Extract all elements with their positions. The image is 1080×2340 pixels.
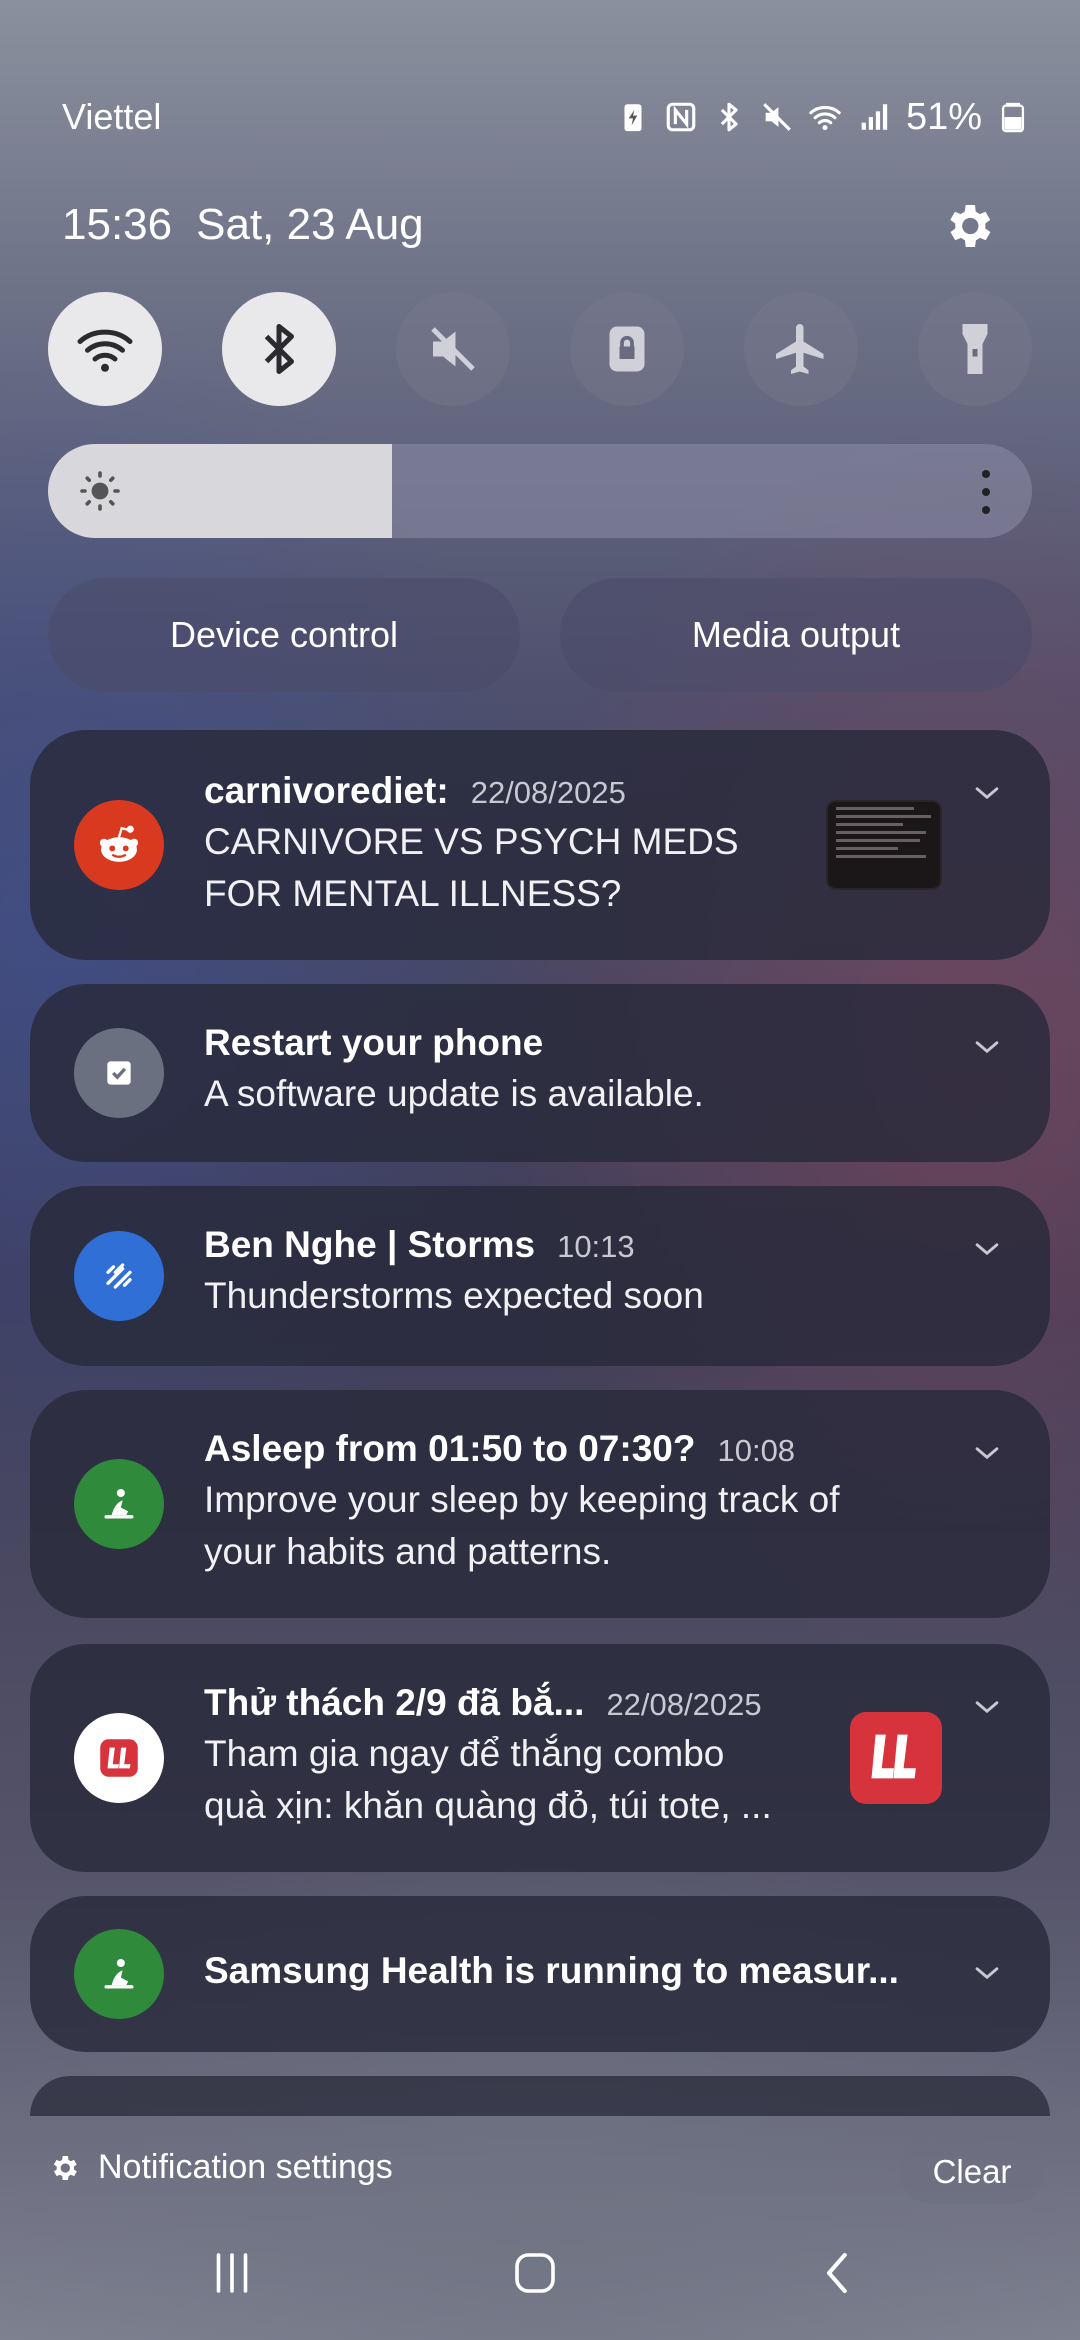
notification-text: Thunderstorms expected soon xyxy=(204,1275,704,1316)
notification-time: 10:08 xyxy=(717,1433,796,1468)
battery-percent: 51% xyxy=(905,95,982,138)
chevron-down-icon[interactable] xyxy=(970,1232,1004,1266)
chevron-down-icon[interactable] xyxy=(970,1690,1004,1724)
wifi-toggle[interactable] xyxy=(48,292,162,406)
sun-icon xyxy=(76,467,124,515)
bluetooth-icon xyxy=(712,100,746,134)
notification-body: Restart your phone A software update is … xyxy=(204,1022,910,1120)
ll-logo-thumbnail xyxy=(850,1712,942,1804)
airplane-toggle[interactable] xyxy=(744,292,858,406)
notification-title: Samsung Health is running to measur... xyxy=(204,1950,899,1991)
chevron-down-icon[interactable] xyxy=(970,776,1004,810)
notification-weather[interactable]: Ben Nghe | Storms 10:13 Thunderstorms ex… xyxy=(30,1186,1050,1366)
notification-title: Asleep from 01:50 to 07:30? xyxy=(204,1428,696,1469)
date-time[interactable]: 15:36 Sat, 23 Aug xyxy=(62,200,424,250)
mute-icon xyxy=(431,327,475,371)
notification-time: 22/08/2025 xyxy=(470,775,626,810)
navigation-bar xyxy=(0,2238,1080,2308)
quick-settings-row xyxy=(48,292,1032,406)
notification-settings-link[interactable]: Notification settings xyxy=(48,2148,393,2187)
notification-peek xyxy=(30,2076,1050,2116)
reddit-icon xyxy=(74,800,164,890)
brightness-slider[interactable] xyxy=(48,444,1032,538)
gear-icon xyxy=(53,2155,77,2180)
clock[interactable]: 15:36 xyxy=(62,200,172,250)
clear-button[interactable]: Clear xyxy=(900,2140,1044,2204)
date[interactable]: Sat, 23 Aug xyxy=(196,200,424,250)
notification-text-line-2: quà xịn: khăn quàng đỏ, túi tote, ... xyxy=(204,1785,772,1826)
wifi-icon xyxy=(77,329,133,372)
signal-icon xyxy=(856,100,890,134)
notification-text-line-1: Improve your sleep by keeping track of xyxy=(204,1479,840,1520)
notification-text-line-1: Tham gia ngay để thắng combo xyxy=(204,1733,725,1774)
health-icon xyxy=(74,1929,164,2019)
status-icons: 51% xyxy=(616,96,1030,139)
chevron-down-icon[interactable] xyxy=(970,1030,1004,1064)
ll-logo-icon xyxy=(74,1713,164,1803)
notification-body: Ben Nghe | Storms 10:13 Thunderstorms ex… xyxy=(204,1224,910,1322)
home-icon[interactable] xyxy=(500,2238,570,2308)
notification-health-running[interactable]: Samsung Health is running to measur... xyxy=(30,1896,1050,2052)
bluetooth-toggle[interactable] xyxy=(222,292,336,406)
notification-settings-label: Notification settings xyxy=(98,2148,393,2186)
nfc-icon xyxy=(664,100,698,134)
airplane-icon xyxy=(776,324,824,374)
notification-body: Thử thách 2/9 đã bắ... 22/08/2025 Tham g… xyxy=(204,1682,810,1832)
device-control-button[interactable]: Device control xyxy=(48,578,520,692)
sound-toggle[interactable] xyxy=(396,292,510,406)
settings-gear-icon[interactable] xyxy=(940,198,996,254)
flashlight-toggle[interactable] xyxy=(918,292,1032,406)
more-options-icon[interactable] xyxy=(980,470,992,514)
notification-title: carnivorediet: xyxy=(204,770,449,811)
chevron-down-icon[interactable] xyxy=(970,1956,1004,1990)
notification-body: Samsung Health is running to measur... xyxy=(204,1950,910,1992)
chevron-down-icon[interactable] xyxy=(970,1436,1004,1470)
notification-title: Ben Nghe | Storms xyxy=(204,1224,536,1265)
notification-text: A software update is available. xyxy=(204,1073,704,1114)
flashlight-icon xyxy=(962,324,988,374)
health-icon xyxy=(74,1459,164,1549)
update-icon xyxy=(74,1028,164,1118)
battery-icon xyxy=(996,100,1030,134)
notification-software-update[interactable]: Restart your phone A software update is … xyxy=(30,984,1050,1162)
rain-icon xyxy=(74,1231,164,1321)
back-icon[interactable] xyxy=(803,2238,873,2308)
bluetooth-icon xyxy=(264,324,294,374)
notification-sleep[interactable]: Asleep from 01:50 to 07:30? 10:08 Improv… xyxy=(30,1390,1050,1618)
notification-text-line-2: FOR MENTAL ILLNESS? xyxy=(204,873,622,914)
control-buttons: Device control Media output xyxy=(48,578,1032,692)
notification-title: Thử thách 2/9 đã bắ... xyxy=(204,1682,585,1723)
carrier-label: Viettel xyxy=(62,96,162,137)
notification-reddit[interactable]: carnivorediet: 22/08/2025 CARNIVORE VS P… xyxy=(30,730,1050,960)
lock-icon xyxy=(609,326,645,372)
notification-body: carnivorediet: 22/08/2025 CARNIVORE VS P… xyxy=(204,770,810,920)
mute-icon xyxy=(760,100,794,134)
notification-text-line-1: CARNIVORE VS PSYCH MEDS xyxy=(204,821,739,862)
notification-time: 22/08/2025 xyxy=(606,1687,762,1722)
status-bar: Viettel 51% xyxy=(62,92,1030,142)
notification-title: Restart your phone xyxy=(204,1022,544,1063)
notification-body: Asleep from 01:50 to 07:30? 10:08 Improv… xyxy=(204,1428,910,1578)
battery-saver-icon xyxy=(616,100,650,134)
media-output-button[interactable]: Media output xyxy=(560,578,1032,692)
notification-ll[interactable]: Thử thách 2/9 đã bắ... 22/08/2025 Tham g… xyxy=(30,1644,1050,1872)
wifi-icon xyxy=(808,100,842,134)
recents-icon[interactable] xyxy=(197,2238,267,2308)
notification-time: 10:13 xyxy=(557,1229,635,1264)
post-thumbnail xyxy=(826,800,942,890)
rotation-lock-toggle[interactable] xyxy=(570,292,684,406)
notification-text-line-2: your habits and patterns. xyxy=(204,1531,612,1572)
